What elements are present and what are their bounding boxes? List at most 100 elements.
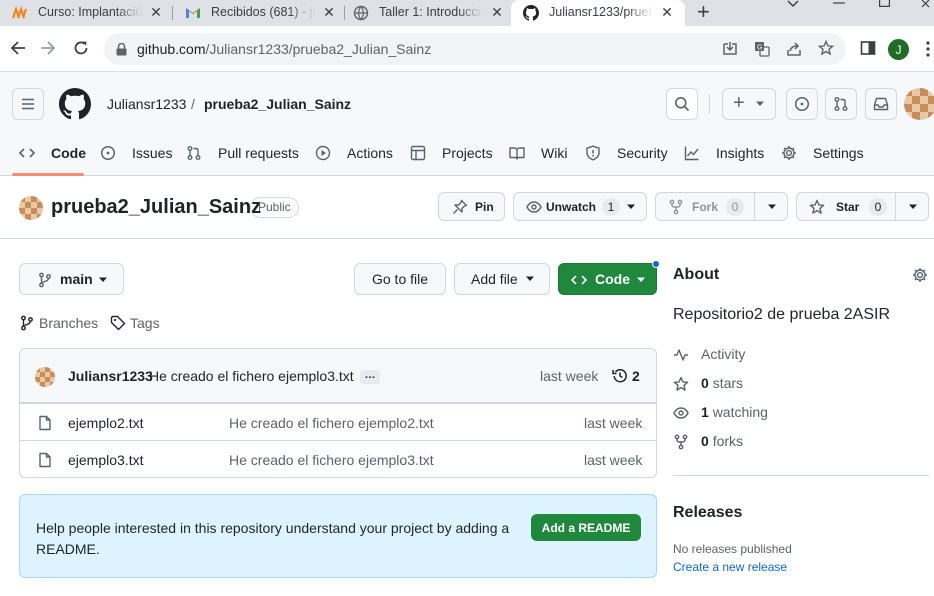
breadcrumb-repo[interactable]: prueba2_Julian_Sainz	[204, 96, 351, 112]
tab-settings[interactable]: Settings	[781, 143, 864, 163]
commit-author-avatar[interactable]	[35, 367, 55, 387]
install-app-icon[interactable]	[722, 41, 738, 57]
profile-avatar[interactable]: J	[888, 39, 909, 60]
tags-link[interactable]: Tags	[110, 314, 160, 332]
fork-label: Fork	[692, 200, 719, 214]
tab-insights[interactable]: Insights	[684, 143, 764, 163]
close-tab-icon[interactable]: ✕	[148, 4, 164, 20]
tab-issues[interactable]: Issues	[100, 143, 172, 163]
inbox-button[interactable]	[865, 88, 897, 120]
browser-tab-3[interactable]: Taller 1: Introducció ✕	[341, 0, 513, 26]
go-to-file-button[interactable]: Go to file	[354, 263, 446, 295]
share-icon[interactable]	[786, 41, 802, 57]
github-icon	[523, 5, 539, 21]
tab-security[interactable]: Security	[585, 143, 668, 163]
close-tab-icon[interactable]: ✕	[321, 4, 337, 20]
search-button[interactable]	[666, 88, 698, 120]
tab-actions[interactable]: Actions	[315, 143, 393, 163]
tab-label: Actions	[347, 145, 393, 161]
browser-tab-1[interactable]: Curso: Implantación ✕	[0, 0, 172, 26]
forward-arrow-icon[interactable]	[38, 38, 58, 58]
commit-message[interactable]: He creado el fichero ejemplo3.txt	[149, 368, 354, 384]
tab-pull-requests[interactable]: Pull requests	[186, 143, 299, 163]
commit-count[interactable]: 2	[632, 368, 640, 384]
search-icon	[674, 96, 690, 112]
file-commit-message[interactable]: He creado el fichero ejemplo3.txt	[229, 452, 434, 468]
repo-name-heading[interactable]: prueba2_Julian_Sainz	[51, 196, 261, 219]
tab-label: Security	[617, 145, 668, 161]
tab-search-chevron-icon[interactable]	[786, 0, 800, 8]
back-arrow-icon[interactable]	[8, 38, 28, 58]
tags-label: Tags	[130, 315, 160, 331]
lock-icon[interactable]	[115, 42, 127, 56]
file-icon	[37, 415, 53, 431]
github-logo-icon[interactable]	[59, 88, 91, 120]
create-release-link[interactable]: Create a new release	[673, 560, 787, 574]
activity-link[interactable]: Activity	[701, 346, 745, 362]
commit-author[interactable]: Juliansr1233	[68, 368, 153, 384]
gear-icon[interactable]	[912, 267, 928, 283]
pin-button[interactable]: Pin	[438, 192, 505, 221]
add-file-button[interactable]: Add file	[454, 263, 550, 295]
caret-down-icon[interactable]	[767, 204, 777, 210]
pin-label: Pin	[475, 200, 494, 214]
watching-link[interactable]: 1 watching	[701, 404, 768, 420]
issue-opened-icon	[794, 96, 810, 112]
create-new-button[interactable]: +	[722, 88, 776, 120]
play-icon	[315, 145, 339, 161]
browser-menu-icon[interactable]	[926, 41, 930, 57]
star-button[interactable]: Star 0	[796, 192, 929, 221]
pull-requests-button[interactable]	[825, 88, 857, 120]
maximize-window-icon[interactable]	[878, 0, 890, 7]
repo-title-row: prueba2_Julian_Sainz Public Pin Unwatch …	[0, 176, 934, 239]
stars-link[interactable]: 0 stars	[701, 375, 743, 391]
browser-tab-4-active[interactable]: Juliansr1233/prueb ✕	[511, 0, 685, 26]
address-bar[interactable]: github.com/Juliansr1233/prueba2_Julian_S…	[104, 33, 846, 65]
add-readme-button[interactable]: Add a README	[531, 514, 641, 541]
history-icon[interactable]	[612, 368, 628, 384]
file-row[interactable]: ejemplo2.txt He creado el fichero ejempl…	[20, 403, 656, 440]
releases-heading[interactable]: Releases	[673, 504, 742, 522]
close-window-icon[interactable]	[921, 0, 933, 8]
issues-button[interactable]	[786, 88, 818, 120]
file-row[interactable]: ejemplo3.txt He creado el fichero ejempl…	[20, 440, 656, 477]
code-dropdown-button[interactable]: Code	[558, 263, 657, 295]
side-panel-icon[interactable]	[858, 38, 878, 58]
hamburger-menu-button[interactable]	[12, 88, 44, 120]
file-name[interactable]: ejemplo2.txt	[68, 415, 143, 431]
file-name[interactable]: ejemplo3.txt	[68, 452, 143, 468]
translate-icon[interactable]: G	[754, 41, 770, 57]
browser-tab-strip: Curso: Implantación ✕ Recibidos (681) - …	[0, 0, 934, 26]
user-avatar[interactable]	[904, 88, 934, 120]
caret-down-icon[interactable]	[908, 204, 918, 210]
close-tab-icon[interactable]: ✕	[659, 4, 675, 20]
fork-button[interactable]: Fork 0	[655, 192, 788, 221]
minimize-window-icon[interactable]	[832, 0, 846, 6]
gmail-icon	[185, 5, 201, 21]
file-commit-message[interactable]: He creado el fichero ejemplo2.txt	[229, 415, 434, 431]
branches-link[interactable]: Branches	[19, 314, 98, 332]
browser-tab-2[interactable]: Recibidos (681) - ju ✕	[173, 0, 345, 26]
branch-select-button[interactable]: main	[19, 263, 124, 295]
unwatch-button[interactable]: Unwatch 1	[513, 192, 647, 221]
url-text[interactable]: github.com/Juliansr1233/prueba2_Julian_S…	[137, 41, 431, 57]
reload-icon[interactable]	[71, 38, 91, 58]
table-icon	[410, 145, 434, 161]
file-icon	[37, 452, 53, 468]
plus-icon: +	[733, 92, 745, 114]
repo-owner-avatar[interactable]	[19, 196, 43, 220]
bookmark-star-icon[interactable]	[818, 40, 834, 56]
close-tab-icon[interactable]: ✕	[489, 4, 505, 20]
no-releases-text: No releases published	[673, 542, 792, 556]
book-icon	[509, 145, 533, 161]
tab-wiki[interactable]: Wiki	[509, 143, 567, 163]
tab-label: Pull requests	[218, 145, 299, 161]
star-label: Star	[836, 200, 860, 214]
breadcrumb-owner[interactable]: Juliansr1233	[107, 96, 186, 112]
forks-link[interactable]: 0 forks	[701, 433, 743, 449]
tab-code[interactable]: Code	[19, 143, 86, 163]
tab-projects[interactable]: Projects	[410, 143, 493, 163]
star-count: 0	[869, 198, 887, 216]
new-tab-button[interactable]: +	[697, 1, 710, 23]
commit-expand-button[interactable]: …	[360, 370, 380, 384]
